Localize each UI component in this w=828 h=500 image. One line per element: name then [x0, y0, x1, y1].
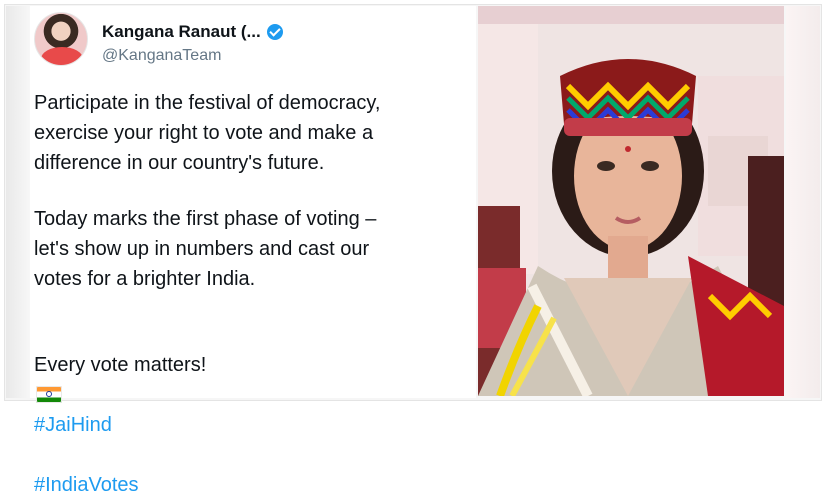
cap-band	[564, 118, 692, 136]
verified-badge-icon	[266, 24, 283, 40]
closing-text: Every vote matters!	[34, 354, 207, 376]
himachali-cap	[560, 59, 696, 124]
hashtag-indiavotes[interactable]: #IndiaVotes	[34, 474, 139, 496]
india-flag-icon	[36, 386, 62, 403]
tweet-paragraph-3: Every vote matters! #JaiHind #IndiaVotes	[34, 320, 474, 500]
author-row: Kangana Ranaut (...	[102, 22, 283, 42]
neck	[608, 236, 648, 280]
banner-top	[478, 6, 784, 24]
right-eye	[641, 161, 659, 171]
background-blur-left	[6, 6, 30, 398]
left-eye	[597, 161, 615, 171]
author-name[interactable]: Kangana Ranaut (...	[102, 22, 261, 42]
tweet-card: Kangana Ranaut (... @KanganaTeam Partici…	[30, 6, 476, 496]
tweet-body: Participate in the festival of democracy…	[34, 88, 474, 500]
author-handle[interactable]: @KanganaTeam	[102, 47, 221, 65]
tweet-photo[interactable]	[478, 6, 784, 396]
tweet-paragraph-1: Participate in the festival of democracy…	[34, 92, 381, 174]
avatar-shirt	[41, 47, 83, 65]
photo-illustration	[478, 6, 784, 396]
hashtag-jaihind[interactable]: #JaiHind	[34, 414, 112, 436]
avatar[interactable]	[34, 12, 88, 66]
background-blur-right	[786, 6, 820, 398]
bindi	[625, 146, 631, 152]
tweet-paragraph-2: Today marks the first phase of voting – …	[34, 208, 377, 290]
